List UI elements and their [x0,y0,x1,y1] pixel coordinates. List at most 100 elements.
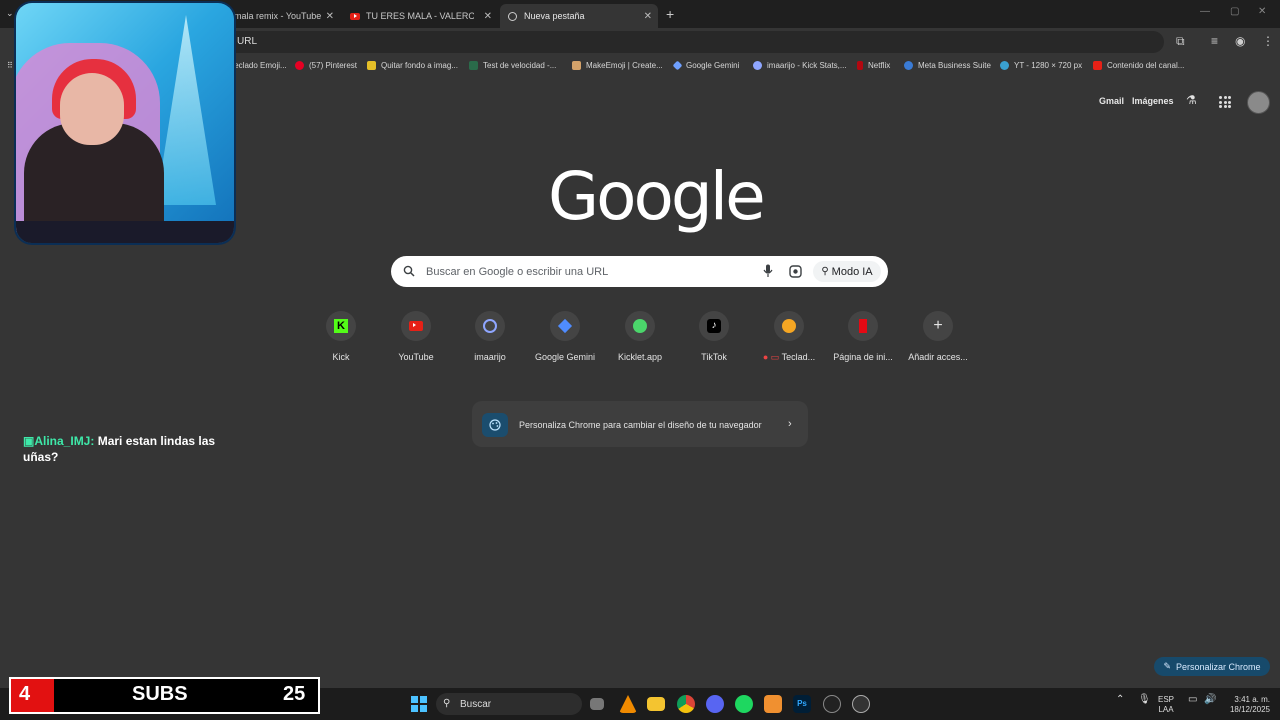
bookmark-netflix[interactable]: Netflix [857,61,890,70]
chevron-right-icon: › [788,418,792,430]
kicklet-icon [625,311,655,341]
tiktok-icon: ♪ [699,311,729,341]
shortcut-tiktok[interactable]: ♪ TikTok [684,311,744,362]
shortcut-youtube[interactable]: YouTube [386,311,446,362]
language-indicator[interactable]: ESP LAA [1158,695,1174,715]
customize-chrome-text: Personaliza Chrome para cambiar el diseñ… [519,420,762,430]
avatar[interactable] [1247,91,1270,114]
spotify-icon[interactable] [735,695,753,713]
bookmark-gemini[interactable]: Google Gemini [672,60,739,71]
google-logo: Google [548,158,766,235]
labs-icon[interactable]: ⚗ [1186,93,1197,107]
search-icon [403,264,415,282]
obs-icon[interactable] [823,695,841,713]
vectorizer-icon[interactable] [764,695,782,713]
webcam-overlay [16,3,234,243]
bookmarks-apps-icon[interactable]: ⠿ [7,61,13,70]
google-lens-icon[interactable] [789,265,802,283]
images-link[interactable]: Imágenes [1132,96,1174,106]
profile-icon[interactable]: ◉ [1235,34,1245,48]
bookmark-quitar-fondo[interactable]: Quitar fondo a imag... [367,61,458,70]
chrome-icon[interactable] [677,695,695,713]
bookmark-kick-stats[interactable]: imaarijo - Kick Stats,... [753,61,847,70]
gmail-link[interactable]: Gmail [1099,96,1124,106]
show-hidden-icons[interactable]: ⌃ [1116,695,1124,705]
speedtest-icon [469,61,478,70]
taskbar-search-text: Buscar [460,699,492,710]
google-apps-icon[interactable] [1219,96,1231,108]
address-bar[interactable] [220,31,1164,53]
search-icon: ⚲ [443,698,451,709]
subs-label: SUBS [132,683,188,705]
close-icon[interactable]: ✕ [484,11,492,22]
gemini-icon [672,60,683,71]
ai-mode-icon: ⚲ [821,266,829,277]
search-input[interactable]: Buscar en Google o escribir una URL [426,266,608,278]
windows-start-icon[interactable] [411,696,427,712]
gemini-icon [550,311,580,341]
meta-icon [904,61,913,70]
ai-mode-button[interactable]: ⚲ Modo IA [813,261,881,282]
close-icon[interactable]: ✕ [644,11,652,22]
emoji-keyboard-icon: ● ▭ [762,352,782,362]
tab-tu-eres-mala[interactable]: TU ERES MALA - VALERO, JEEI ✕ [342,4,498,28]
bookmark-makeemoji[interactable]: MakeEmoji | Create... [572,61,663,70]
volume-icon[interactable]: 🔊 [1204,695,1216,705]
media-control-icon[interactable]: ≡ [1211,34,1218,48]
tab-mala-remix[interactable]: mala remix - YouTube ✕ [226,4,340,28]
youtube-icon [401,311,431,341]
shortcut-kick[interactable]: K Kick [311,311,371,362]
youtube-icon [1093,61,1102,70]
bookmark-test-velocidad[interactable]: Test de velocidad -... [469,61,556,70]
bookmark-contenido-canal[interactable]: Contenido del canal... [1093,61,1184,70]
tab-nueva-pestana[interactable]: Nueva pestaña ✕ [500,4,658,28]
microphone-icon[interactable] [763,264,773,283]
pencil-icon: ✎ [1163,661,1171,671]
subs-current: 4 [19,683,31,705]
kick-badge-icon: ▣ [23,434,35,448]
youtube-icon [350,12,360,20]
address-text: URL [237,36,258,47]
tab-search-button[interactable]: ⌄ [6,8,14,19]
yt-size-icon [1000,61,1009,70]
bookmark-yt-size[interactable]: YT - 1280 × 720 px [1000,61,1082,70]
christmas-tree [156,15,216,205]
chat-username: Alina_IMJ: [34,434,95,448]
streamlabs-icon[interactable] [852,695,870,713]
imaarijo-icon [475,311,505,341]
new-tab-icon[interactable]: + [666,6,674,22]
shortcut-gemini[interactable]: Google Gemini [535,311,595,362]
chrome-icon [508,11,517,21]
bookmark-teclado[interactable]: teclado Emoji... [232,61,287,70]
kickstats-icon [753,61,762,70]
extensions-icon[interactable]: ⧉ [1176,34,1185,49]
tab-label: mala remix - YouTube [234,11,322,21]
photoshop-icon[interactable]: Ps [793,695,811,713]
subs-goal: 25 [283,683,306,705]
minimize-icon[interactable]: — [1200,6,1210,17]
maximize-icon[interactable]: ▢ [1230,6,1239,17]
desk [16,221,234,243]
shortcut-teclado[interactable]: ● ▭ Teclad... [759,311,819,363]
tab-label: TU ERES MALA - VALERO, JEEI [366,11,474,21]
taskbar-search[interactable] [436,693,582,715]
menu-icon[interactable]: ⋮ [1262,34,1274,48]
shortcut-add[interactable]: + Añadir acces... [908,311,968,362]
bookmark-meta-business[interactable]: Meta Business Suite [904,61,991,70]
discord-icon[interactable] [706,695,724,713]
microphone-tray-icon[interactable]: 🎙 [1138,695,1151,705]
bookmark-pinterest[interactable]: (57) Pinterest [295,61,357,70]
shortcut-pagina-inicio[interactable]: Página de ini... [833,311,893,362]
shortcut-kicklet[interactable]: Kicklet.app [610,311,670,362]
task-view-icon[interactable] [590,698,604,710]
close-window-icon[interactable]: ✕ [1258,6,1266,17]
customize-chrome-button[interactable]: ✎ Personalizar Chrome [1154,657,1270,676]
streamer-face [60,73,124,145]
pinterest-icon [295,61,304,70]
shortcut-imaarijo[interactable]: imaarijo [460,311,520,362]
close-icon[interactable]: ✕ [326,11,334,22]
network-icon[interactable]: ▭ [1188,695,1197,705]
file-explorer-icon[interactable] [647,697,665,711]
clock[interactable]: 3:41 a. m. 18/12/2025 [1224,695,1270,715]
kick-icon: K [326,311,356,341]
